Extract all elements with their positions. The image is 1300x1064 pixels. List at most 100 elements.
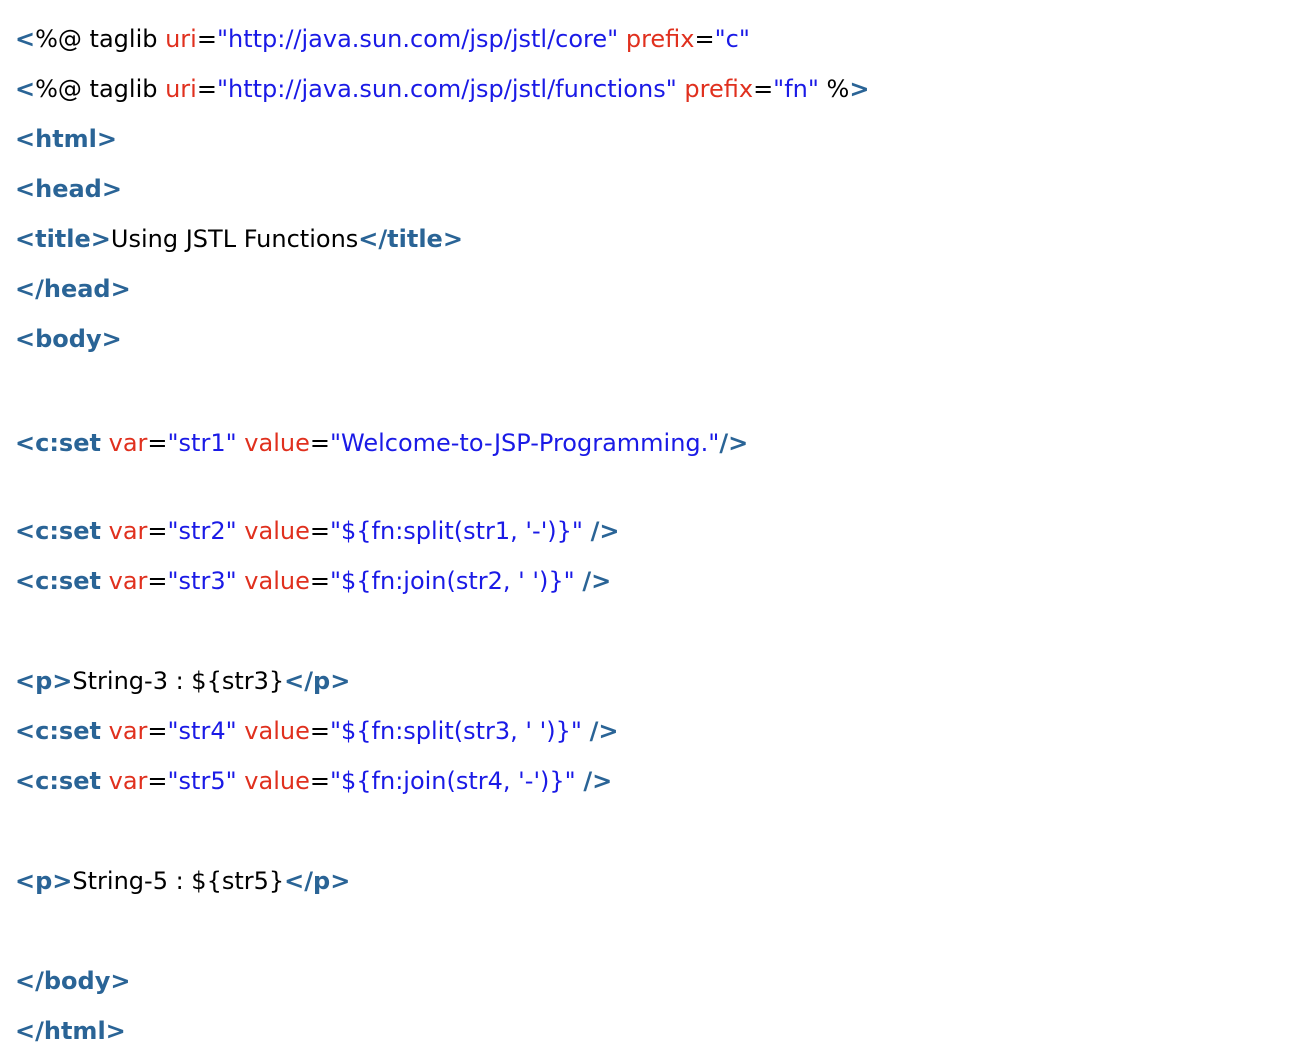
code-tag-token: <c:set xyxy=(15,717,101,745)
code-value-token: "c" xyxy=(714,25,750,53)
code-text-token: = xyxy=(309,567,330,595)
code-tag-token: </html> xyxy=(15,1017,126,1045)
code-line: <c:set var="str3" value="${fn:join(str2,… xyxy=(15,564,1285,614)
code-attribute-token: var xyxy=(108,717,148,745)
code-attribute-token: var xyxy=(108,429,148,457)
code-attribute-token: value xyxy=(244,567,310,595)
code-tag-token: </title> xyxy=(358,225,463,253)
code-attribute-token: var xyxy=(108,767,148,795)
code-text-token: = xyxy=(196,75,217,103)
code-tag-token: <body> xyxy=(15,325,122,353)
code-line: <p>String-5 : ${str5}</p> xyxy=(15,864,1285,914)
code-line: <title>Using JSTL Functions</title> xyxy=(15,222,1285,272)
code-tag-token: <c:set xyxy=(15,429,101,457)
code-tag-token: /> xyxy=(582,567,612,595)
code-value-token: "${fn:split(str1, '-')}" xyxy=(329,517,583,545)
code-text-token: %@ taglib xyxy=(35,25,166,53)
code-text-token: % xyxy=(818,75,850,103)
code-text-token: = xyxy=(309,517,330,545)
code-line: <html> xyxy=(15,122,1285,172)
code-value-token: "str1" xyxy=(167,429,237,457)
code-text-token: = xyxy=(147,717,168,745)
code-value-token: "str5" xyxy=(167,767,237,795)
code-attribute-token: value xyxy=(244,767,310,795)
code-text-token: %@ taglib xyxy=(35,75,166,103)
code-tag-token: </p> xyxy=(284,867,351,895)
code-tag-token: < xyxy=(15,25,36,53)
code-tag-token: </head> xyxy=(15,275,131,303)
code-attribute-token: uri xyxy=(165,25,197,53)
code-tag-token: > xyxy=(849,75,870,103)
code-value-token: "${fn:join(str4, '-')}" xyxy=(329,767,576,795)
code-tag-token: <html> xyxy=(15,125,118,153)
code-tag-token: /> xyxy=(589,717,619,745)
code-line: <%@ taglib uri="http://java.sun.com/jsp/… xyxy=(15,22,1285,72)
code-text-token: Using JSTL Functions xyxy=(110,225,359,253)
code-text-token: = xyxy=(309,429,330,457)
code-tag-token: /> xyxy=(719,429,749,457)
code-listing: <%@ taglib uri="http://java.sun.com/jsp/… xyxy=(15,22,1285,1064)
code-tag-token: <c:set xyxy=(15,567,101,595)
code-line: <c:set var="str1" value="Welcome-to-JSP-… xyxy=(15,422,845,514)
code-attribute-token: prefix xyxy=(684,75,754,103)
code-tag-token: <title> xyxy=(15,225,111,253)
code-text-token: = xyxy=(147,517,168,545)
code-value-token: "str2" xyxy=(167,517,237,545)
code-text-token: = xyxy=(753,75,774,103)
code-attribute-token: var xyxy=(108,567,148,595)
code-attribute-token: value xyxy=(244,517,310,545)
code-value-token: "http://java.sun.com/jsp/jstl/functions" xyxy=(216,75,677,103)
code-text-token: = xyxy=(147,429,168,457)
code-tag-token: <head> xyxy=(15,175,122,203)
code-value-token: "Welcome-to-JSP-Programming." xyxy=(329,429,720,457)
code-tag-token: <p> xyxy=(15,867,73,895)
code-text-token: = xyxy=(694,25,715,53)
code-value-token: "str3" xyxy=(167,567,237,595)
code-tag-token: </body> xyxy=(15,967,131,995)
code-value-token: "str4" xyxy=(167,717,237,745)
code-line: <%@ taglib uri="http://java.sun.com/jsp/… xyxy=(15,72,1285,122)
code-value-token: "${fn:split(str3, ' ')}" xyxy=(329,717,582,745)
code-attribute-token: value xyxy=(244,429,310,457)
code-tag-token: <c:set xyxy=(15,767,101,795)
code-attribute-token: uri xyxy=(165,75,197,103)
code-text-token: = xyxy=(309,717,330,745)
code-line: <p>String-3 : ${str3}</p> xyxy=(15,664,1285,714)
code-attribute-token: var xyxy=(108,517,148,545)
code-tag-token: <p> xyxy=(15,667,73,695)
code-value-token: "http://java.sun.com/jsp/jstl/core" xyxy=(216,25,619,53)
code-text-token: String-3 : ${str3} xyxy=(72,667,285,695)
code-line: <c:set var="str4" value="${fn:split(str3… xyxy=(15,714,1285,764)
code-line: <head> xyxy=(15,172,1285,222)
code-tag-token: < xyxy=(15,75,36,103)
code-text-token: = xyxy=(147,567,168,595)
code-tag-token: </p> xyxy=(284,667,351,695)
code-attribute-token: value xyxy=(244,717,310,745)
code-value-token: "${fn:join(str2, ' ')}" xyxy=(329,567,575,595)
code-tag-token: /> xyxy=(583,767,613,795)
code-line: </html> xyxy=(15,1014,1285,1064)
code-tag-token: <c:set xyxy=(15,517,101,545)
code-line: <c:set var="str2" value="${fn:split(str1… xyxy=(15,514,1285,564)
code-line: <c:set var="str5" value="${fn:join(str4,… xyxy=(15,764,1285,814)
code-value-token: "fn" xyxy=(773,75,819,103)
code-tag-token: /> xyxy=(590,517,620,545)
code-line: </body> xyxy=(15,964,1285,1014)
code-text-token: = xyxy=(196,25,217,53)
code-text-token: = xyxy=(147,767,168,795)
code-text-token: String-5 : ${str5} xyxy=(72,867,285,895)
code-text-token: = xyxy=(309,767,330,795)
code-line: </head> xyxy=(15,272,1285,322)
